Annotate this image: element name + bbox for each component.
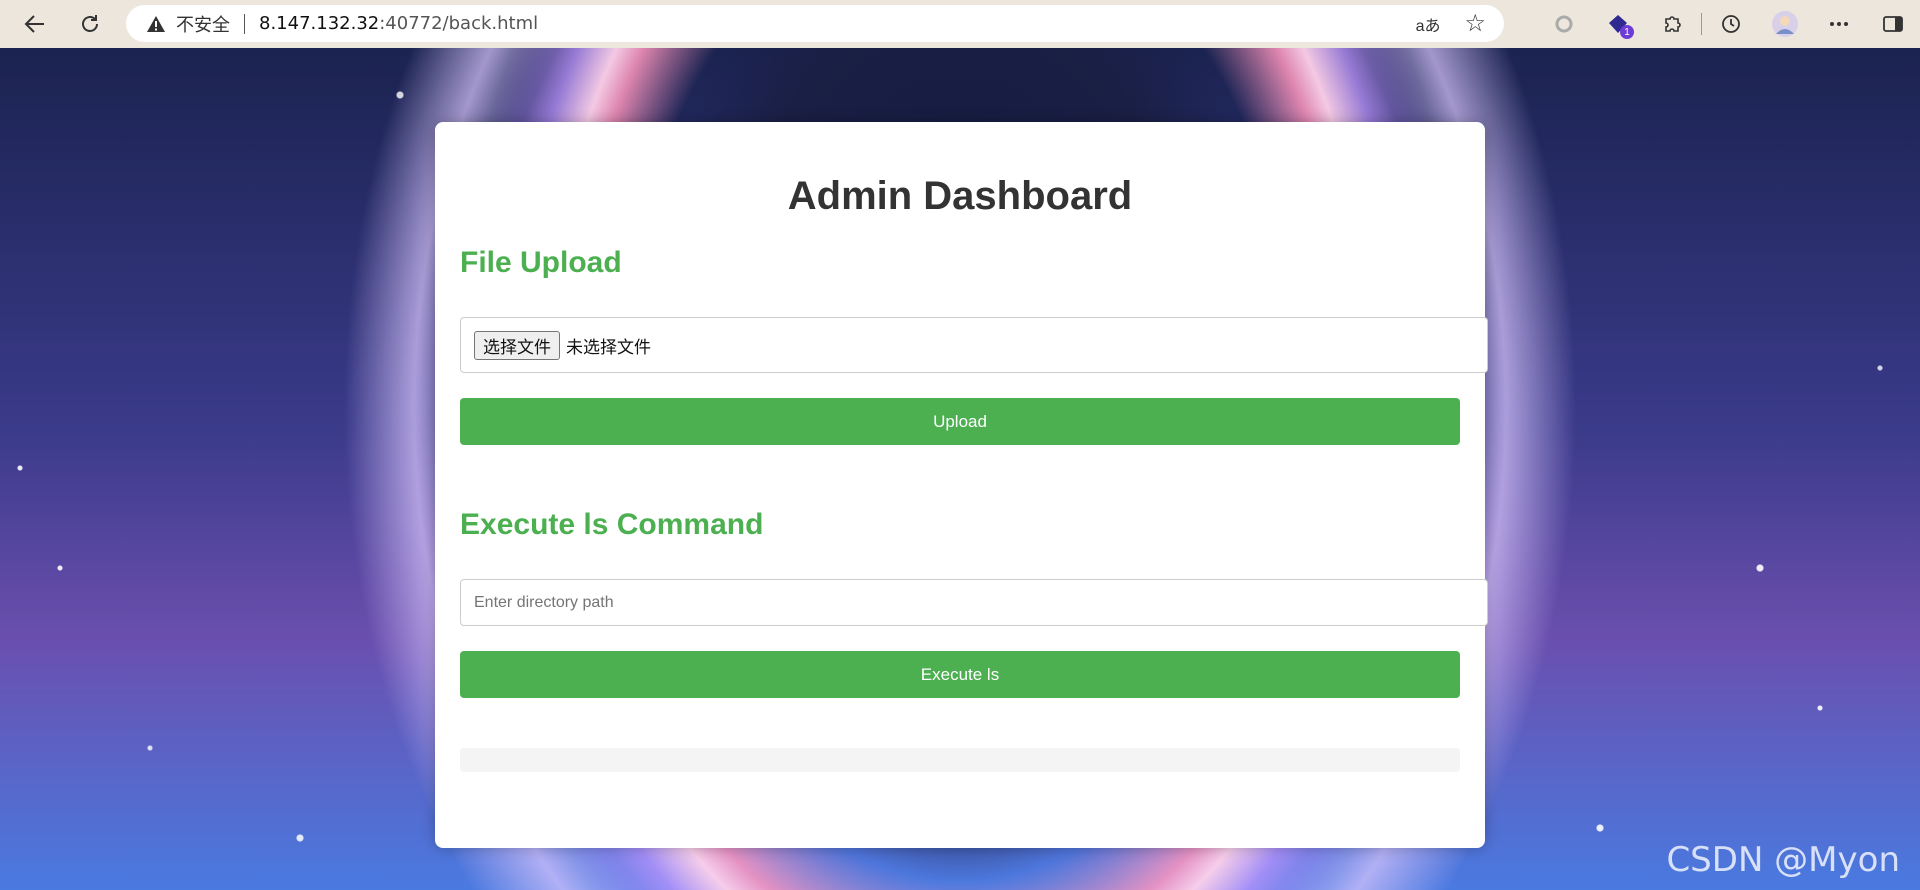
toolbar-divider <box>1701 13 1702 35</box>
page-title: Admin Dashboard <box>787 174 1133 218</box>
read-aloud-icon[interactable]: aあ <box>1416 12 1441 36</box>
more-menu-icon[interactable] <box>1812 0 1866 48</box>
execute-ls-button[interactable]: Execute ls <box>460 651 1460 698</box>
choose-file-button[interactable]: 选择文件 <box>474 330 560 360</box>
history-icon[interactable] <box>1704 0 1758 48</box>
profile-avatar-icon[interactable] <box>1758 0 1812 48</box>
watermark: CSDN @Myon <box>1666 840 1900 880</box>
reload-button[interactable] <box>70 4 110 44</box>
address-bar-actions: aあ ☆ <box>1416 5 1486 42</box>
browser-toolbar: 不安全 8.147.132.32 :40772/back.html aあ ☆ 1 <box>0 0 1920 48</box>
address-bar[interactable]: 不安全 8.147.132.32 :40772/back.html aあ ☆ <box>126 5 1504 42</box>
extensions-puzzle-icon[interactable] <box>1645 0 1699 48</box>
back-button[interactable] <box>15 4 55 44</box>
extension-gem-icon[interactable]: 1 <box>1591 0 1645 48</box>
execute-ls-heading: Execute ls Command <box>460 508 764 541</box>
reload-icon <box>82 15 98 32</box>
file-status-text: 未选择文件 <box>566 337 651 358</box>
browser-toolbar-right: 1 <box>1537 0 1920 48</box>
page-background: Admin Dashboard File Upload 选择文件 未选择文件 U… <box>0 48 1920 890</box>
extension-circle-icon[interactable] <box>1537 0 1591 48</box>
sidebar-toggle-icon[interactable] <box>1866 0 1920 48</box>
command-output <box>460 748 1460 772</box>
upload-button[interactable]: Upload <box>460 398 1460 445</box>
warning-icon[interactable] <box>146 14 166 34</box>
file-upload-heading: File Upload <box>460 246 622 279</box>
extension-badge: 1 <box>1620 25 1634 39</box>
not-secure-label[interactable]: 不安全 <box>176 11 230 37</box>
favorite-star-icon[interactable]: ☆ <box>1464 11 1486 36</box>
url-host[interactable]: 8.147.132.32 <box>259 13 379 34</box>
url-path[interactable]: :40772/back.html <box>379 13 538 34</box>
file-input[interactable]: 选择文件 未选择文件 <box>460 317 1488 373</box>
back-arrow-icon <box>24 15 44 33</box>
admin-dashboard-card: Admin Dashboard File Upload 选择文件 未选择文件 U… <box>435 122 1488 848</box>
address-separator <box>244 13 245 34</box>
directory-path-input[interactable] <box>460 579 1488 626</box>
